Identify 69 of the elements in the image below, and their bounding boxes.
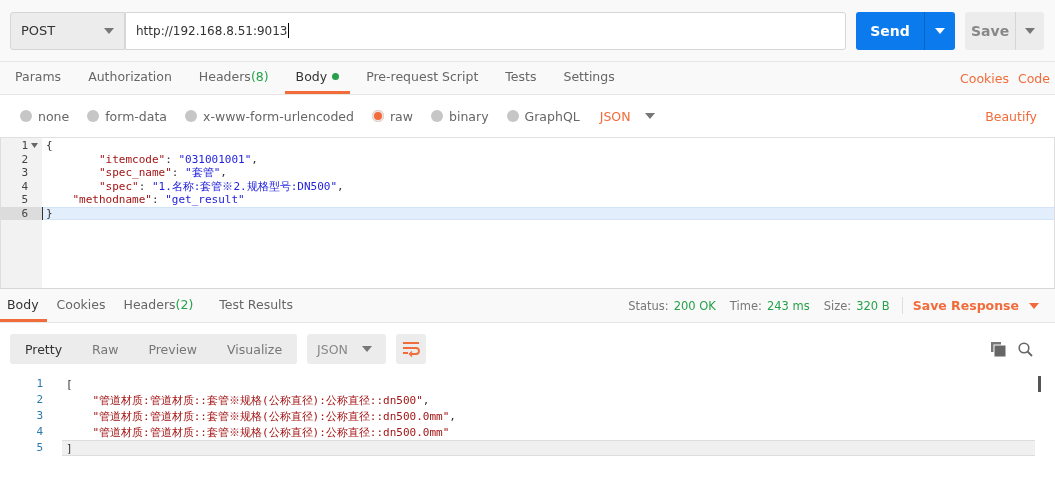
wrap-lines-button[interactable] xyxy=(395,334,426,364)
code-line: "spec_name": "套管", xyxy=(97,165,227,181)
line-number: 3 xyxy=(21,166,28,180)
format-dropdown[interactable]: JSON xyxy=(599,108,655,124)
request-tab[interactable]: Settings xyxy=(552,62,626,94)
line-number: 5 xyxy=(21,193,28,207)
code-line: "管道材质:管道材质::套管※规格(公称直径):公称直径::dn500", xyxy=(91,392,430,408)
send-button[interactable]: Send xyxy=(856,11,924,50)
code-line: ] xyxy=(66,441,73,455)
code-line: "spec": "1.名称:套管※2.规格型号:DN500", xyxy=(97,179,344,194)
save-button[interactable]: Save xyxy=(965,11,1015,50)
meta-value: 200 OK xyxy=(673,298,716,313)
response-format-dropdown[interactable]: JSON xyxy=(307,334,386,364)
fold-icon[interactable] xyxy=(31,143,38,148)
link[interactable]: Cookies xyxy=(960,70,1009,86)
caret-icon xyxy=(1025,27,1035,34)
link[interactable]: Code xyxy=(1018,70,1050,86)
body-type-radio[interactable]: none xyxy=(20,108,70,124)
code-line: { xyxy=(46,139,53,153)
request-tab[interactable]: Params xyxy=(4,62,73,94)
meta-label: Time: xyxy=(729,298,762,313)
send-options-button[interactable] xyxy=(924,11,955,50)
caret-icon xyxy=(935,27,945,34)
code-line: "管道材质:管道材质::套管※规格(公称直径):公称直径::dn500.0mm", xyxy=(91,408,456,424)
caret-icon xyxy=(1029,302,1039,309)
line-number: 4 xyxy=(21,179,28,193)
meta-label: Size: xyxy=(823,298,852,313)
code-line: "itemcode": "031001001", xyxy=(97,152,258,166)
request-tab[interactable]: Authorization xyxy=(77,62,183,94)
meta-value: 320 B xyxy=(856,298,890,313)
code-line: "管道材质:管道材质::套管※规格(公称直径):公称直径::dn500.0mm" xyxy=(91,424,450,440)
caret-icon xyxy=(644,113,655,119)
meta-label: Status: xyxy=(628,298,669,313)
code-line: } xyxy=(46,206,53,220)
caret-icon xyxy=(361,346,372,352)
copy-icon[interactable] xyxy=(991,341,1006,357)
line-number: 5 xyxy=(36,440,44,456)
save-options-button[interactable] xyxy=(1015,11,1044,50)
save-response-button[interactable]: Save Response xyxy=(912,289,1039,322)
line-number: 6 xyxy=(21,206,28,220)
request-tab[interactable]: Pre-request Script xyxy=(355,62,490,94)
body-type-radio[interactable]: GraphQL xyxy=(506,108,580,124)
line-number: 3 xyxy=(36,408,44,424)
body-type-radio[interactable]: binary xyxy=(431,108,489,124)
beautify-link[interactable]: Beautify xyxy=(985,108,1037,124)
url-field[interactable]: http://192.168.8.51:9013 xyxy=(125,11,846,50)
body-type-radio[interactable]: x-www-form-urlencoded xyxy=(185,108,354,124)
body-type-radio[interactable]: raw xyxy=(372,108,413,124)
response-tab[interactable]: Cookies xyxy=(48,289,114,322)
body-type-radio[interactable]: form-data xyxy=(87,108,167,124)
scrollbar[interactable] xyxy=(1038,376,1041,392)
meta-value: 243 ms xyxy=(766,298,810,313)
response-tab[interactable]: Test Results xyxy=(211,289,301,322)
code-line: "methodname": "get_result" xyxy=(71,193,245,207)
line-number: 1 xyxy=(21,139,28,153)
code-line: [ xyxy=(66,377,73,391)
request-tab[interactable]: Tests xyxy=(494,62,548,94)
response-tab[interactable]: Body xyxy=(0,289,47,322)
line-number: 1 xyxy=(36,376,44,392)
line-number: 2 xyxy=(36,392,44,408)
search-icon[interactable] xyxy=(1018,341,1033,357)
request-tab[interactable]: Headers(8) xyxy=(187,62,280,94)
wrap-lines-icon xyxy=(401,341,420,357)
line-number: 2 xyxy=(21,152,28,166)
method-dropdown[interactable]: POST xyxy=(10,11,125,50)
request-tab[interactable]: Body xyxy=(284,62,351,94)
response-tab[interactable]: Headers(2) xyxy=(115,289,202,322)
line-number: 4 xyxy=(36,424,44,440)
caret-icon xyxy=(104,27,114,34)
